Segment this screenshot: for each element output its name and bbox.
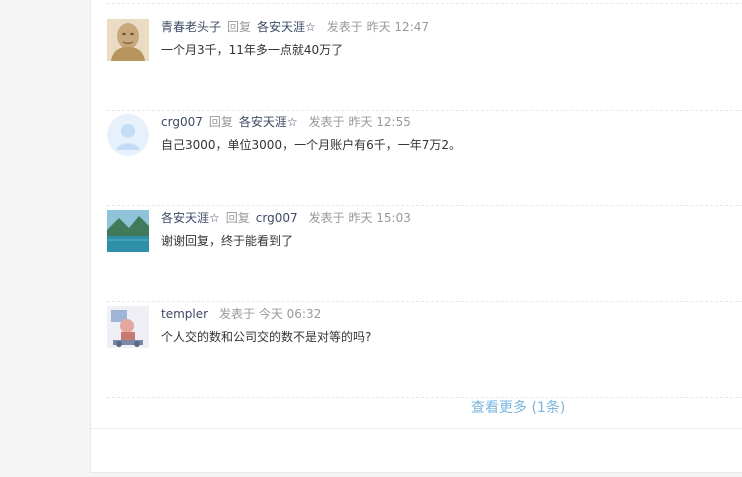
lake-landscape-avatar-icon <box>107 210 149 252</box>
reply-to-username[interactable]: 各安天涯☆ <box>257 20 316 34</box>
avatar[interactable] <box>107 19 149 61</box>
comment-text: 个人交的数和公司交的数不是对等的吗? <box>161 330 372 344</box>
avatar[interactable] <box>107 210 149 252</box>
posted-time: 发表于 今天 06:32 <box>219 307 322 321</box>
divider <box>91 428 742 429</box>
comment-meta: templer 发表于 今天 06:32 <box>161 306 321 323</box>
comment-meta: crg007 回复 各安天涯☆ 发表于 昨天 12:55 <box>161 114 411 131</box>
avatar[interactable] <box>107 306 149 348</box>
reply-label: 回复 <box>208 115 233 129</box>
avatar[interactable] <box>107 114 149 156</box>
divider <box>107 301 742 302</box>
comment-meta: 各安天涯☆ 回复 crg007 发表于 昨天 15:03 <box>161 210 411 227</box>
comment-item: 各安天涯☆ 回复 crg007 发表于 昨天 15:03 谢谢回复，终于能看到了 <box>107 210 742 302</box>
comment-item: 青春老头子 回复 各安天涯☆ 发表于 昨天 12:47 一个月3千，11年多一点就40… <box>107 19 742 111</box>
comment-item: crg007 回复 各安天涯☆ 发表于 昨天 12:55 自己3000，单位3000，… <box>107 114 742 206</box>
reply-to-username[interactable]: 各安天涯☆ <box>239 115 298 129</box>
cartoon-avatar-icon <box>107 306 149 348</box>
comment-username[interactable]: 各安天涯☆ <box>161 211 220 225</box>
reply-label: 回复 <box>227 20 252 34</box>
comment-username[interactable]: crg007 <box>161 115 203 129</box>
reply-label: 回复 <box>225 211 250 225</box>
view-more-link[interactable]: 查看更多 (1条) <box>471 397 565 417</box>
comment-text: 谢谢回复，终于能看到了 <box>161 234 294 248</box>
comment-panel: 青春老头子 回复 各安天涯☆ 发表于 昨天 12:47 一个月3千，11年多一点就40… <box>90 0 742 473</box>
posted-time: 发表于 昨天 12:47 <box>326 20 430 34</box>
divider <box>107 3 742 4</box>
comment-username[interactable]: templer <box>161 307 208 321</box>
bust-statue-avatar-icon <box>107 19 149 61</box>
comment-text: 自己3000，单位3000，一个月账户有6千，一年7万2。 <box>161 138 461 152</box>
posted-time: 发表于 昨天 12:55 <box>308 115 411 129</box>
comment-text: 一个月3千，11年多一点就40万了 <box>161 43 344 57</box>
divider <box>107 110 742 111</box>
posted-time: 发表于 昨天 15:03 <box>308 211 411 225</box>
default-user-avatar-icon <box>107 114 149 156</box>
divider <box>107 397 742 398</box>
comment-meta: 青春老头子 回复 各安天涯☆ 发表于 昨天 12:47 <box>161 19 429 36</box>
divider <box>107 205 742 206</box>
comment-username[interactable]: 青春老头子 <box>161 20 221 34</box>
reply-to-username[interactable]: crg007 <box>256 211 298 225</box>
comment-item: templer 发表于 今天 06:32 个人交的数和公司交的数不是对等的吗? <box>107 306 742 398</box>
